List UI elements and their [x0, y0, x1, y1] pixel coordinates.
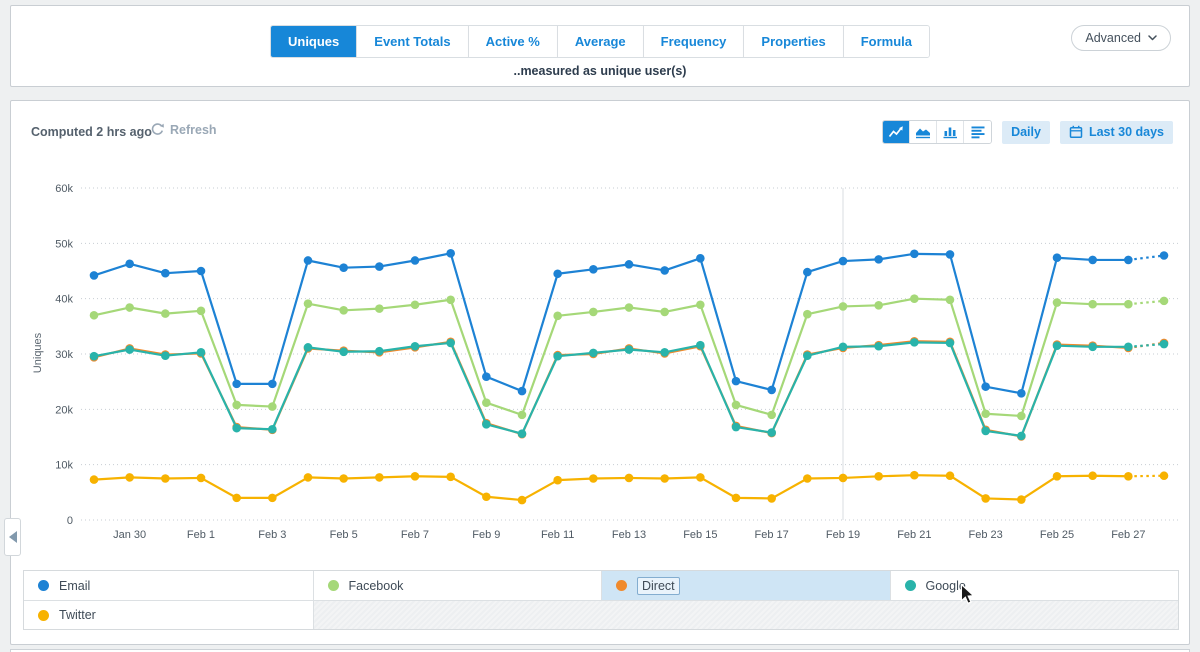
- tab-formula[interactable]: Formula: [844, 26, 929, 57]
- tab-average[interactable]: Average: [558, 26, 644, 57]
- x-tick-label: Feb 19: [826, 529, 860, 541]
- y-tick-label: 30k: [55, 349, 73, 361]
- legend-label: Google: [926, 579, 966, 593]
- x-tick-label: Jan 30: [113, 529, 146, 541]
- series-twitter: [90, 471, 1169, 505]
- legend-item-direct[interactable]: Direct: [601, 571, 890, 600]
- y-tick-label: 60k: [55, 183, 73, 195]
- computed-timestamp: Computed 2 hrs ago: [31, 125, 152, 139]
- legend-empty-area: [313, 601, 1179, 629]
- series-color-dot: [616, 580, 627, 591]
- legend-label: Twitter: [59, 608, 96, 622]
- refresh-button[interactable]: Refresh: [150, 122, 217, 137]
- series-facebook: [90, 294, 1169, 420]
- horizontal-bars-icon: [970, 125, 986, 139]
- legend-item-facebook[interactable]: Facebook: [313, 571, 602, 600]
- metric-tabs: Uniques Event Totals Active % Average Fr…: [270, 25, 930, 58]
- legend-item-google[interactable]: Google: [890, 571, 1179, 600]
- area-chart-type-button[interactable]: [910, 121, 937, 143]
- refresh-label: Refresh: [170, 123, 217, 137]
- line-chart-type-button[interactable]: [883, 121, 910, 143]
- advanced-label: Advanced: [1085, 31, 1141, 45]
- x-tick-label: Feb 17: [755, 529, 789, 541]
- uniques-line-chart[interactable]: 0 10k 20k 30k 40k 50k 60k Jan 30 Feb 1 Feb 3 Feb 5…: [41, 171, 1191, 561]
- bar-chart-icon: [942, 125, 958, 139]
- calendar-icon: [1069, 125, 1083, 139]
- tab-frequency[interactable]: Frequency: [644, 26, 745, 57]
- series-email: [90, 249, 1169, 398]
- chevron-down-icon: [1148, 35, 1157, 41]
- legend-row-1: Email Facebook Direct Google: [24, 571, 1178, 600]
- legend-item-email[interactable]: Email: [24, 571, 313, 600]
- advanced-button[interactable]: Advanced: [1071, 25, 1171, 51]
- tab-uniques[interactable]: Uniques: [271, 26, 357, 57]
- chart-controls: Daily Last 30 days: [882, 120, 1173, 144]
- tab-active-percent[interactable]: Active %: [469, 26, 558, 57]
- x-tick-label: Feb 9: [472, 529, 500, 541]
- x-tick-label: Feb 13: [612, 529, 646, 541]
- x-tick-label: Feb 27: [1111, 529, 1145, 541]
- horizontal-bars-type-button[interactable]: [964, 121, 991, 143]
- x-tick-label: Feb 21: [897, 529, 931, 541]
- legend-label: Facebook: [349, 579, 404, 593]
- series-color-dot: [38, 580, 49, 591]
- date-range-label: Last 30 days: [1089, 125, 1164, 139]
- legend-table: Email Facebook Direct Google Twitter: [23, 570, 1179, 630]
- y-tick-label: 50k: [55, 238, 73, 250]
- bar-chart-type-button[interactable]: [937, 121, 964, 143]
- metric-tabs-card: Uniques Event Totals Active % Average Fr…: [10, 5, 1190, 87]
- y-tick-label: 20k: [55, 404, 73, 416]
- metric-subtitle: ..measured as unique user(s): [11, 64, 1189, 78]
- tab-event-totals[interactable]: Event Totals: [357, 26, 468, 57]
- legend-item-twitter[interactable]: Twitter: [24, 601, 313, 629]
- legend-label: Email: [59, 579, 90, 593]
- legend-label: Direct: [637, 577, 680, 595]
- y-tick-label: 0: [67, 515, 73, 527]
- date-range-button[interactable]: Last 30 days: [1060, 121, 1173, 144]
- x-tick-label: Feb 25: [1040, 529, 1074, 541]
- collapse-panel-handle[interactable]: [4, 518, 21, 556]
- series-color-dot: [328, 580, 339, 591]
- x-tick-label: Feb 3: [258, 529, 286, 541]
- area-chart-icon: [915, 125, 931, 139]
- line-chart-icon: [888, 125, 904, 139]
- series-google: [90, 338, 1169, 440]
- series-color-dot: [38, 610, 49, 621]
- legend-row-2: Twitter: [24, 600, 1178, 629]
- x-tick-label: Feb 1: [187, 529, 215, 541]
- interval-label: Daily: [1011, 125, 1041, 139]
- y-tick-label: 10k: [55, 460, 73, 472]
- chart-card: Computed 2 hrs ago Refresh: [10, 100, 1190, 645]
- x-tick-label: Feb 11: [541, 529, 574, 541]
- refresh-icon: [150, 122, 165, 137]
- x-tick-label: Feb 23: [969, 529, 1003, 541]
- x-tick-label: Feb 15: [683, 529, 717, 541]
- dashboard-page: Uniques Event Totals Active % Average Fr…: [0, 0, 1200, 652]
- series-color-dot: [905, 580, 916, 591]
- interval-daily-button[interactable]: Daily: [1002, 121, 1050, 144]
- x-tick-label: Feb 7: [401, 529, 429, 541]
- x-tick-label: Feb 5: [330, 529, 358, 541]
- chart-type-switcher: [882, 120, 992, 144]
- y-tick-label: 40k: [55, 294, 73, 306]
- triangle-left-icon: [9, 531, 17, 543]
- tab-properties[interactable]: Properties: [744, 26, 843, 57]
